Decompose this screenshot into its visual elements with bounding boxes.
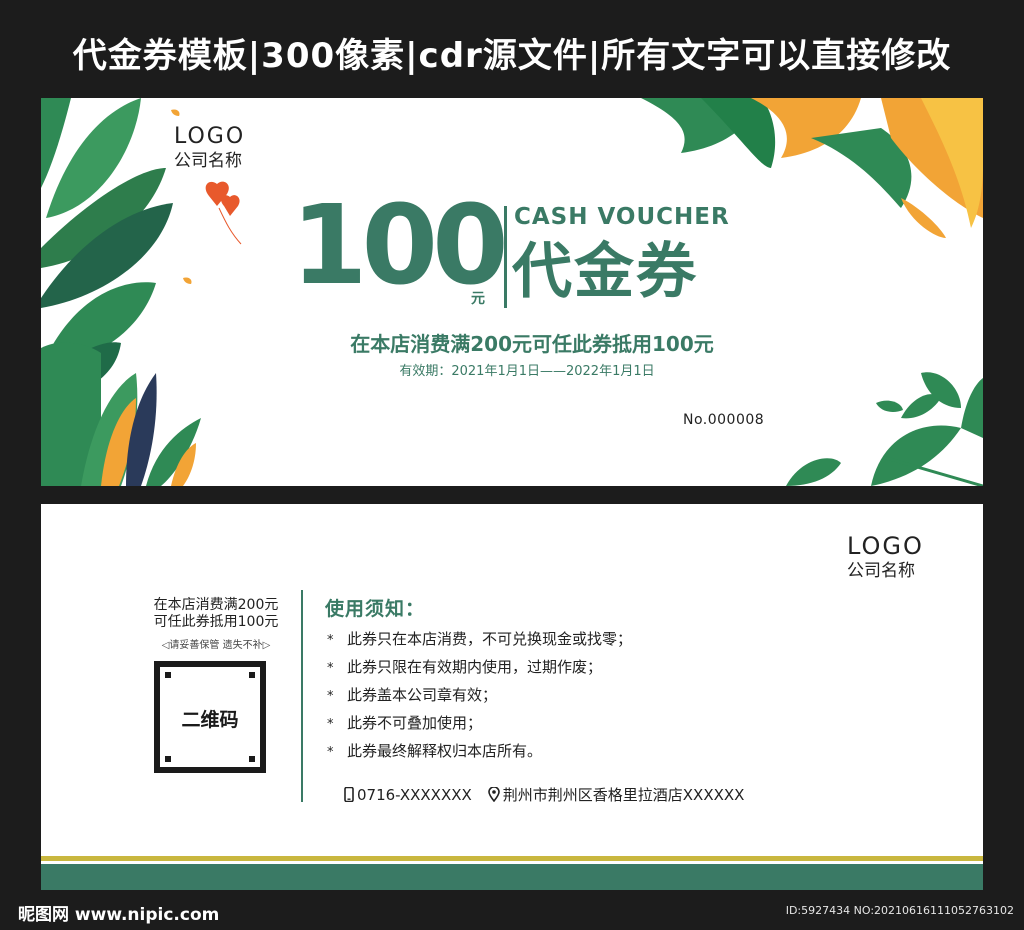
cash-voucher-english: CASH VOUCHER <box>514 204 730 230</box>
qr-corner-mark <box>165 756 171 762</box>
rule-item: * 此券只限在有效期内使用，过期作废； <box>327 654 632 682</box>
serial-number: No.000008 <box>683 412 765 428</box>
logo-text: LOGO <box>174 124 246 149</box>
cash-voucher-chinese: 代金券 <box>512 237 698 307</box>
bullet-star-icon: * <box>327 661 334 676</box>
phone-icon <box>344 787 354 802</box>
voucher-front: LOGO 公司名称 100 元 CASH VOUCHER 代金券 在本店消费满2… <box>41 98 983 486</box>
stub-note: ◁请妥善保管 遗失不补▷ <box>161 640 271 651</box>
rules-list: * 此券只在本店消费，不可兑换现金或找零； * 此券只限在有效期内使用，过期作废； … <box>327 626 632 766</box>
voucher-back: LOGO 公司名称 在本店消费满200元 可任此券抵用100元 ◁请妥善保管 遗… <box>41 504 983 890</box>
rules-title: 使用须知： <box>325 598 426 620</box>
amount-unit: 元 <box>471 291 485 307</box>
rule-item: * 此券盖本公司章有效； <box>327 682 632 710</box>
front-logo-block: LOGO 公司名称 <box>174 124 245 172</box>
section-divider <box>301 590 303 802</box>
bullet-star-icon: * <box>327 745 334 760</box>
title-divider <box>504 206 507 308</box>
watermark-id: ID:5927434 NO:20210616111052763102 <box>785 904 1014 917</box>
qr-label: 二维码 <box>181 709 239 731</box>
location-pin-icon <box>487 787 500 802</box>
rule-item: * 此券不可叠加使用； <box>327 710 632 738</box>
voucher-amount: 100 <box>291 181 509 309</box>
qr-code-placeholder: 二维码 <box>154 661 266 773</box>
back-logo-block: LOGO 公司名称 <box>847 532 924 582</box>
phone-number: 0716-XXXXXXX <box>357 785 472 804</box>
rule-item: * 此券只在本店消费，不可兑换现金或找零； <box>327 626 632 654</box>
qr-corner-mark <box>165 672 171 678</box>
bullet-star-icon: * <box>327 689 334 704</box>
rule-item: * 此券最终解释权归本店所有。 <box>327 738 632 766</box>
bullet-star-icon: * <box>327 717 334 732</box>
contact-info: 0716-XXXXXXX 荆州市荆州区香格里拉酒店XXXXXX <box>344 784 744 805</box>
company-name: 公司名称 <box>174 151 242 171</box>
page-title: 代金券模板|300像素|cdr源文件|所有文字可以直接修改 <box>72 36 952 76</box>
logo-text: LOGO <box>847 532 924 560</box>
address: 荆州市荆州区香格里拉酒店XXXXXX <box>502 786 745 804</box>
qr-corner-mark <box>249 672 255 678</box>
stub-line-1: 在本店消费满200元 <box>153 597 279 613</box>
usage-condition: 在本店消费满200元可任此券抵用100元 <box>350 332 714 356</box>
qr-corner-mark <box>249 756 255 762</box>
gold-stripe <box>41 856 983 861</box>
stub-line-2: 可任此券抵用100元 <box>153 614 279 630</box>
company-name: 公司名称 <box>847 561 915 581</box>
watermark-site: 昵图网 www.nipic.com <box>18 905 220 925</box>
stub-text: 在本店消费满200元 可任此券抵用100元 <box>131 597 301 631</box>
validity-period: 有效期：2021年1月1日——2022年1月1日 <box>399 364 655 379</box>
bullet-star-icon: * <box>327 633 334 648</box>
green-stripe <box>41 864 983 890</box>
